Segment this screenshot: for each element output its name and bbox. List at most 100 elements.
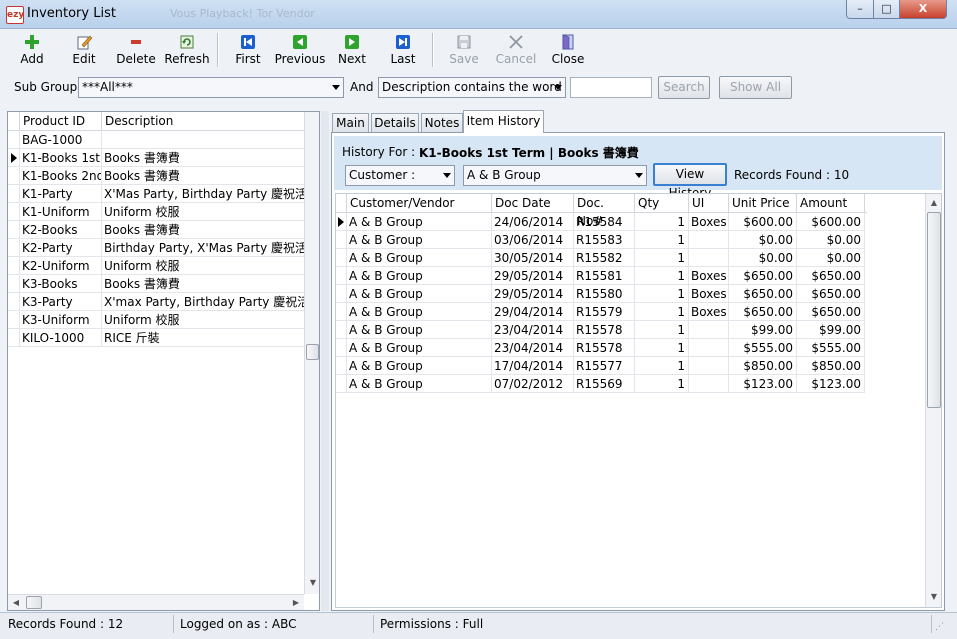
doc-date-cell[interactable]: 17/04/2014 (492, 357, 574, 375)
amount-cell[interactable]: $600.00 (797, 213, 865, 231)
row-indicator[interactable] (8, 167, 20, 185)
customer-vendor-cell[interactable]: A & B Group (347, 249, 492, 267)
close-button[interactable]: Close (550, 32, 586, 70)
ui-cell[interactable] (689, 231, 729, 249)
doc-no-cell[interactable]: R15569 (574, 375, 635, 393)
doc-date-cell[interactable]: 29/04/2014 (492, 303, 574, 321)
doc-date-cell[interactable]: 23/04/2014 (492, 321, 574, 339)
scrollbar-thumb[interactable] (306, 344, 319, 360)
doc-date-cell[interactable]: 24/06/2014 (492, 213, 574, 231)
product-row[interactable]: K1-Books 2nd Books 書簿費 (8, 167, 305, 185)
search-input[interactable] (570, 77, 652, 98)
qty-cell[interactable]: 1 (635, 321, 689, 339)
scroll-down-arrow-icon[interactable]: ▼ (926, 592, 941, 601)
history-row[interactable]: A & B Group 29/04/2014 R15579 1 Boxes $650.00… (336, 303, 867, 321)
ui-cell[interactable]: Boxes (689, 285, 729, 303)
customer-vendor-cell[interactable]: A & B Group (347, 303, 492, 321)
previous-button[interactable]: Previous (274, 32, 326, 70)
product-description-cell[interactable]: Books 書簿費 (102, 221, 305, 239)
amount-cell[interactable]: $99.00 (797, 321, 865, 339)
close-window-button[interactable]: X (899, 0, 947, 19)
product-id-cell[interactable]: K3-Books (20, 275, 102, 293)
customer-vendor-cell[interactable]: A & B Group (347, 339, 492, 357)
customer-vendor-cell[interactable]: A & B Group (347, 321, 492, 339)
amount-cell[interactable]: $0.00 (797, 231, 865, 249)
product-row[interactable]: K1-Uniform Uniform 校服 (8, 203, 305, 221)
sub-group-dropdown[interactable]: ***All*** (78, 77, 344, 98)
product-row[interactable]: BAG-1000 (8, 131, 305, 149)
qty-cell[interactable]: 1 (635, 375, 689, 393)
ui-cell[interactable] (689, 249, 729, 267)
product-description-cell[interactable] (102, 131, 305, 149)
search-button[interactable]: Search (658, 76, 710, 99)
product-row[interactable]: K3-Party X'max Party, Birthday Party 慶祝活動 (8, 293, 305, 311)
doc-no-cell[interactable]: R15582 (574, 249, 635, 267)
product-row[interactable]: K2-Uniform Uniform 校服 (8, 257, 305, 275)
product-id-cell[interactable]: K1-Uniform (20, 203, 102, 221)
product-description-cell[interactable]: Uniform 校服 (102, 311, 305, 329)
unit-price-cell[interactable]: $0.00 (729, 231, 797, 249)
history-row[interactable]: A & B Group 24/06/2014 R15584 1 Boxes $600.00… (336, 213, 867, 231)
history-row[interactable]: A & B Group 17/04/2014 R15577 1 $850.00 $850.… (336, 357, 867, 375)
doc-no-cell[interactable]: R15579 (574, 303, 635, 321)
save-button[interactable]: Save (446, 32, 482, 70)
row-indicator[interactable] (8, 329, 20, 347)
product-description-cell[interactable]: Uniform 校服 (102, 257, 305, 275)
history-row[interactable]: A & B Group 23/04/2014 R15578 1 $555.00 $555.… (336, 339, 867, 357)
row-indicator[interactable] (8, 293, 20, 311)
amount-cell[interactable]: $123.00 (797, 375, 865, 393)
product-description-cell[interactable]: Uniform 校服 (102, 203, 305, 221)
row-indicator[interactable] (8, 149, 20, 167)
product-id-cell[interactable]: KILO-1000 (20, 329, 102, 347)
ui-cell[interactable] (689, 339, 729, 357)
qty-cell[interactable]: 1 (635, 339, 689, 357)
row-indicator[interactable] (336, 267, 347, 285)
product-description-cell[interactable]: Books 書簿費 (102, 149, 305, 167)
unit-price-cell[interactable]: $650.00 (729, 285, 797, 303)
doc-no-cell[interactable]: R15578 (574, 339, 635, 357)
unit-price-cell[interactable]: $600.00 (729, 213, 797, 231)
unit-price-cell[interactable]: $99.00 (729, 321, 797, 339)
history-type-dropdown[interactable]: Customer : (345, 165, 455, 186)
product-id-cell[interactable]: BAG-1000 (20, 131, 102, 149)
customer-vendor-cell[interactable]: A & B Group (347, 231, 492, 249)
doc-date-cell[interactable]: 29/05/2014 (492, 267, 574, 285)
qty-cell[interactable]: 1 (635, 213, 689, 231)
column-header-ui[interactable]: UI (689, 194, 729, 212)
add-button[interactable]: Add (12, 32, 52, 70)
row-indicator[interactable] (8, 185, 20, 203)
ui-cell[interactable] (689, 375, 729, 393)
doc-no-cell[interactable]: R15584 (574, 213, 635, 231)
cancel-button[interactable]: Cancel (494, 32, 538, 70)
doc-no-cell[interactable]: R15578 (574, 321, 635, 339)
doc-date-cell[interactable]: 23/04/2014 (492, 339, 574, 357)
qty-cell[interactable]: 1 (635, 285, 689, 303)
row-indicator[interactable] (8, 131, 20, 149)
unit-price-cell[interactable]: $555.00 (729, 339, 797, 357)
product-horizontal-scrollbar[interactable]: ◀ ▶ (8, 594, 304, 610)
doc-no-cell[interactable]: R15580 (574, 285, 635, 303)
product-id-cell[interactable]: K1-Books 2nd (20, 167, 102, 185)
history-row[interactable]: A & B Group 07/02/2012 R15569 1 $123.00 $123.… (336, 375, 867, 393)
ui-cell[interactable] (689, 321, 729, 339)
column-header-qty[interactable]: Qty (635, 194, 689, 212)
resize-grip-icon[interactable]: ⋰ (935, 622, 949, 634)
amount-cell[interactable]: $650.00 (797, 303, 865, 321)
product-description-cell[interactable]: Books 書簿費 (102, 275, 305, 293)
delete-button[interactable]: Delete (114, 32, 158, 70)
amount-cell[interactable]: $850.00 (797, 357, 865, 375)
next-button[interactable]: Next (334, 32, 370, 70)
product-row[interactable]: K2-Books Books 書簿費 (8, 221, 305, 239)
qty-cell[interactable]: 1 (635, 357, 689, 375)
qty-cell[interactable]: 1 (635, 249, 689, 267)
customer-vendor-cell[interactable]: A & B Group (347, 375, 492, 393)
row-indicator[interactable] (8, 203, 20, 221)
amount-cell[interactable]: $0.00 (797, 249, 865, 267)
column-header-description[interactable]: Description (102, 112, 305, 130)
row-indicator[interactable] (336, 303, 347, 321)
product-id-cell[interactable]: K1-Party (20, 185, 102, 203)
unit-price-cell[interactable]: $650.00 (729, 303, 797, 321)
product-row[interactable]: K2-Party Birthday Party, X'Mas Party 慶祝活動 (8, 239, 305, 257)
row-indicator[interactable] (8, 275, 20, 293)
doc-no-cell[interactable]: R15583 (574, 231, 635, 249)
